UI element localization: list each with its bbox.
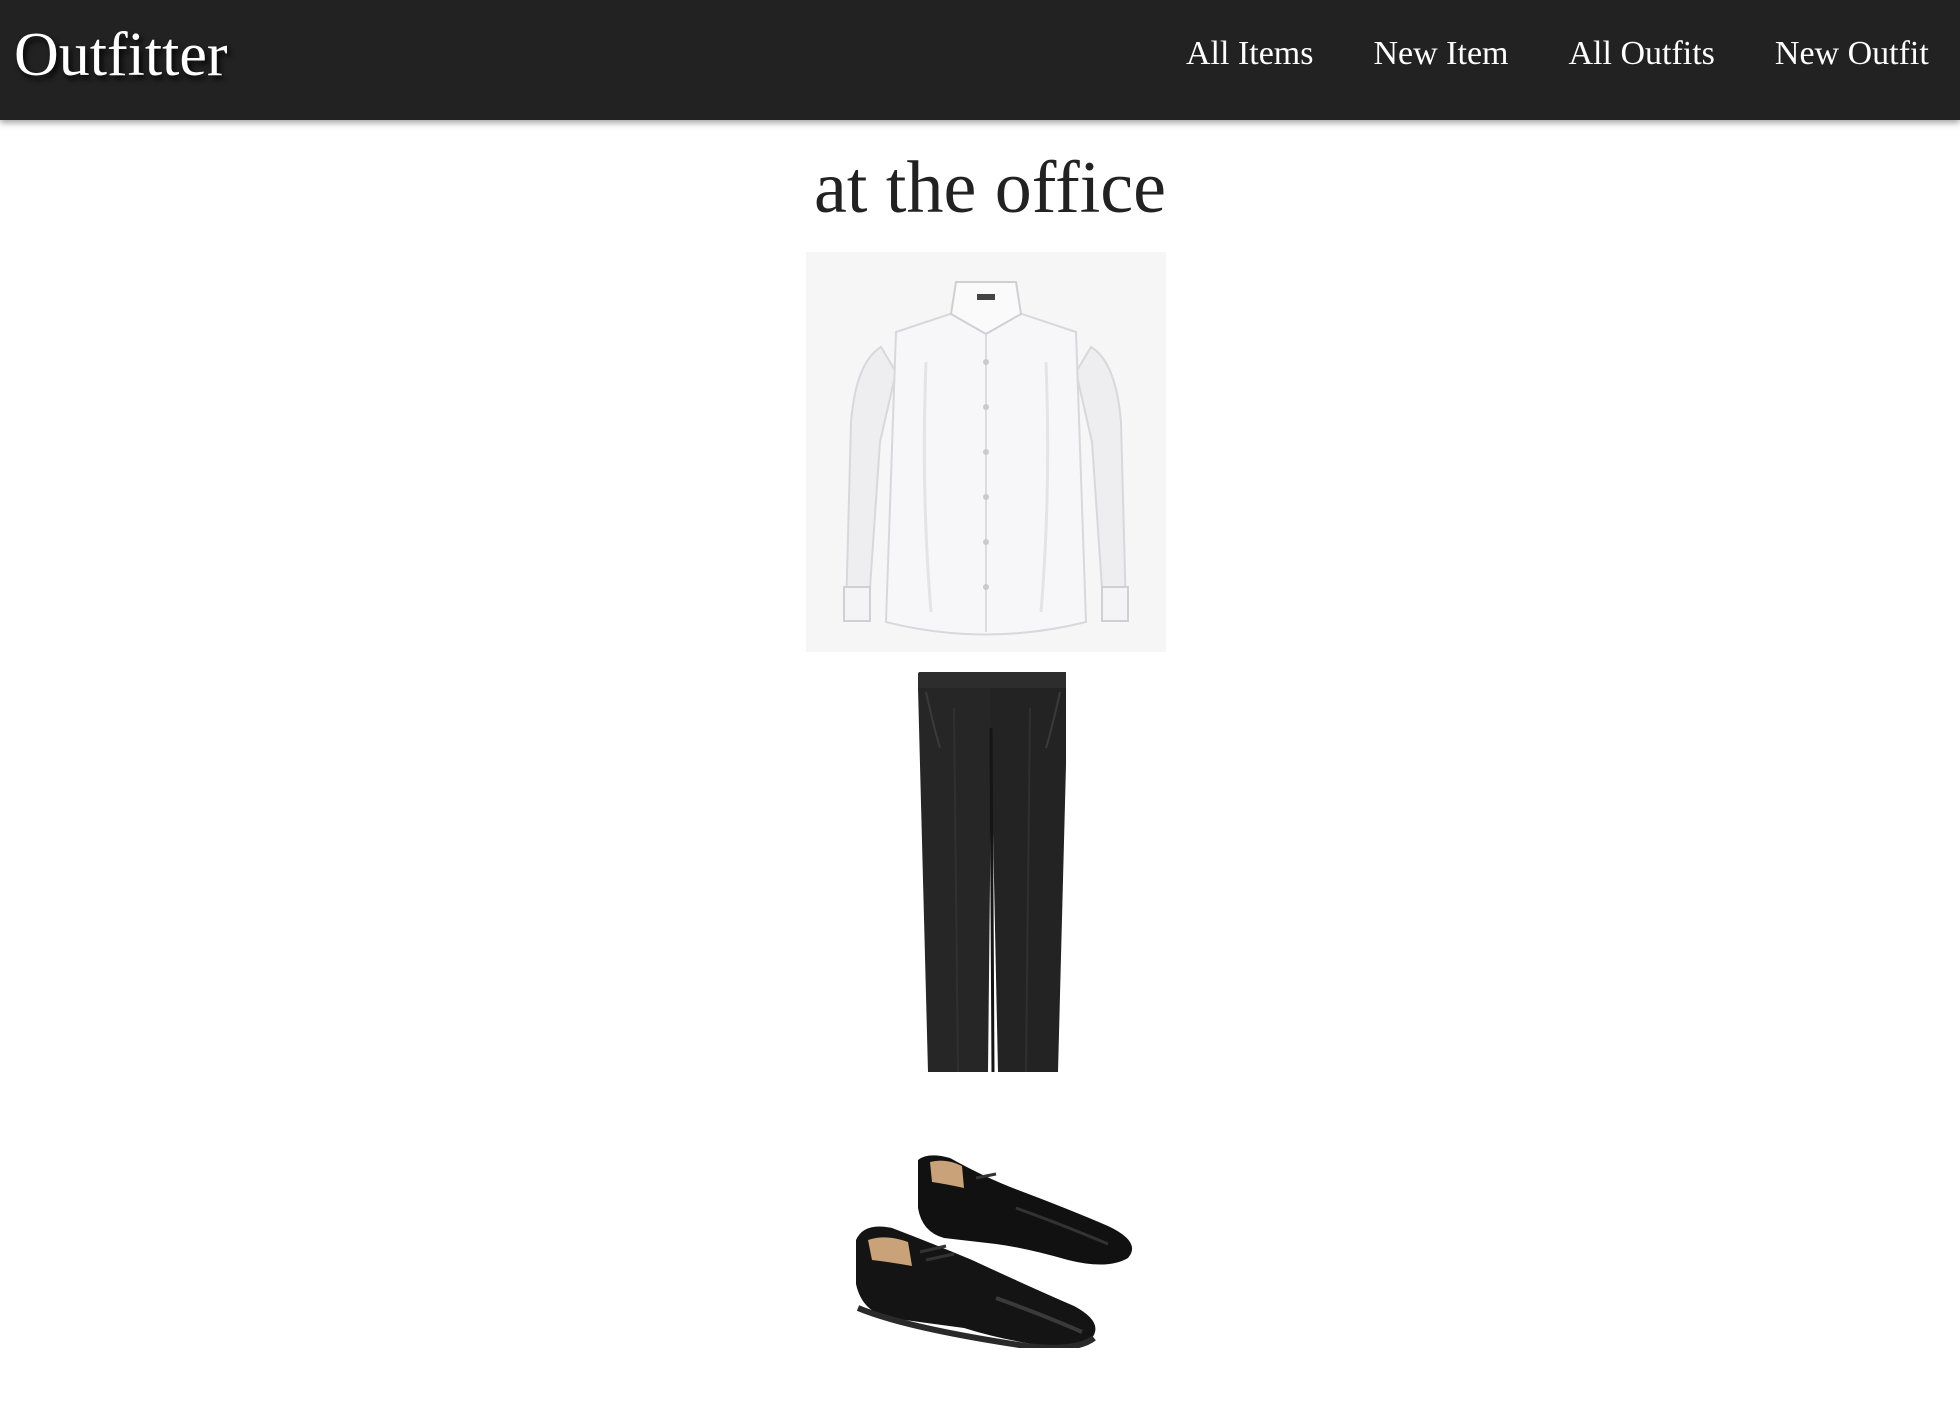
shirt-icon (806, 252, 1166, 652)
nav-link-all-items[interactable]: All Items (1186, 34, 1313, 75)
outfit-item-shirt[interactable] (806, 252, 1166, 652)
outfit-title: at the office (813, 147, 1166, 229)
outfit-item-pants[interactable] (906, 668, 1066, 1076)
outfit-item-shoes[interactable] (846, 1148, 1146, 1348)
nav-link-new-item[interactable]: New Item (1373, 34, 1508, 75)
shoes-icon (856, 1155, 1133, 1348)
brand-logo[interactable]: Outfitter (14, 18, 228, 92)
pants-icon (918, 672, 1066, 1073)
nav-link-all-outfits[interactable]: All Outfits (1569, 34, 1715, 75)
navbar: Outfitter All Items New Item All Outfits… (0, 0, 1960, 120)
nav-links: All Items New Item All Outfits New Outfi… (1186, 34, 1960, 75)
nav-link-new-outfit[interactable]: New Outfit (1775, 34, 1929, 75)
